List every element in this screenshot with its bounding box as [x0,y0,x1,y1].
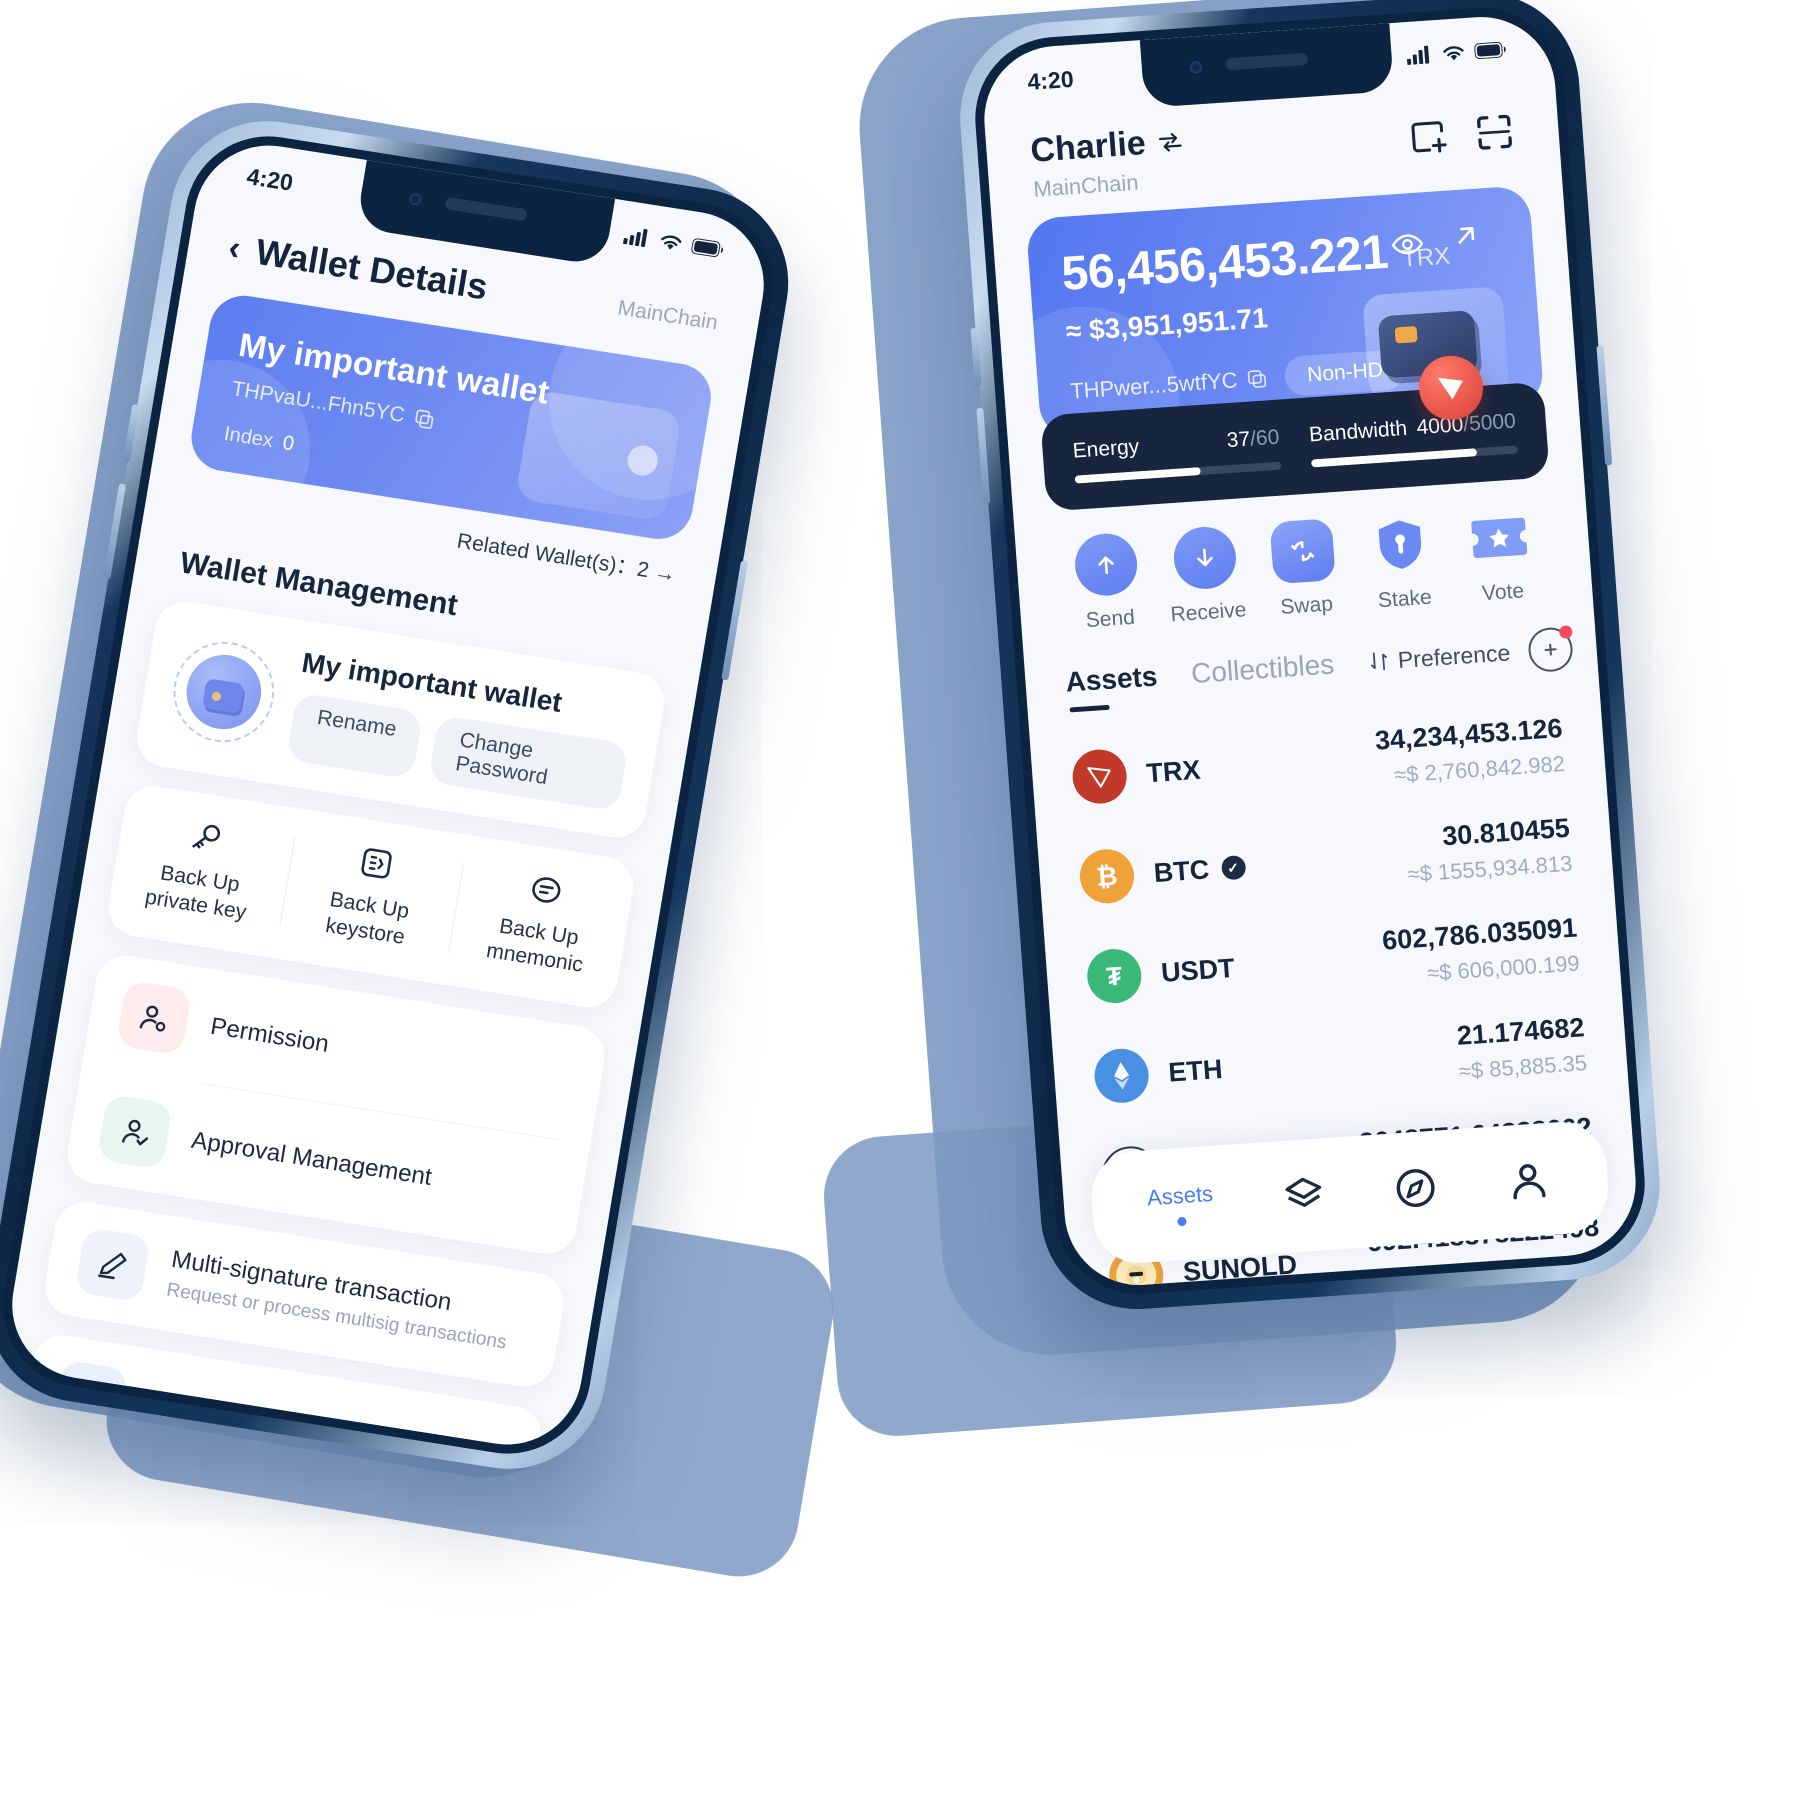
left-phone-power-button [721,560,749,681]
resource-bandwidth: Bandwidth 4000/5000 [1308,409,1519,468]
nav-item-explore[interactable] [1391,1164,1440,1213]
right-phone-screen: 4:20 Charlie MainChain 56,456,453.221 TR… [979,12,1641,1290]
permission-user-icon [115,979,193,1056]
tether-icon: ₮ [1085,947,1144,1005]
action-vote[interactable]: Vote [1448,504,1553,608]
wallet-3d-icon [515,389,683,522]
chain-label: MainChain [616,296,720,335]
verified-badge-icon: ✓ [1220,854,1247,881]
menu-label: Approval Management [189,1126,434,1191]
status-time: 4:20 [244,162,296,196]
resource-name: Energy [1071,435,1140,463]
resource-used: 37 [1225,427,1251,453]
preference-button[interactable]: Preference [1367,639,1511,676]
cellular-signal-icon [1406,45,1430,65]
shield-key-icon [1379,520,1422,569]
asset-amount: 21.174682 [1455,1012,1586,1051]
resource-energy: Energy 37/60 [1072,426,1282,484]
wallet-avatar-icon[interactable] [165,634,282,750]
add-token-icon[interactable] [1526,625,1574,674]
active-indicator-dot [1177,1216,1187,1226]
cellular-signal-icon [623,228,648,248]
explore-icon [1397,1169,1436,1207]
asset-symbol: BTC [1152,853,1211,888]
arrow-down-icon [1171,524,1238,591]
asset-symbol: USDT [1160,952,1236,988]
battery-icon [691,238,724,258]
asset-symbol: ETH [1167,1053,1224,1088]
bitcoin-icon: ₿ [1078,847,1136,906]
backup-private-key-button[interactable]: Back Up private key [109,804,295,932]
arrow-up-icon [1073,531,1140,598]
battery-icon [1474,41,1506,60]
profile-icon [1513,1164,1547,1200]
nav-item-profile[interactable] [1504,1156,1553,1205]
resource-total: 60 [1255,425,1281,451]
rename-button[interactable]: Rename [285,692,424,780]
add-wallet-icon[interactable] [1407,115,1450,158]
tab-assets[interactable]: Assets [1064,660,1158,698]
nav-label: Assets [1146,1180,1214,1210]
scan-qr-icon[interactable] [1473,111,1516,154]
resource-progress-bar [1310,445,1519,468]
resource-total: 5000 [1468,409,1517,436]
nav-item-assets[interactable]: Assets [1146,1180,1215,1227]
asset-amount: 30.810455 [1441,812,1571,852]
chain-label: MainChain [1032,169,1140,202]
eye-icon[interactable] [1389,226,1425,262]
menu-label: Permission [208,1012,331,1058]
wifi-icon [661,235,682,250]
action-swap[interactable]: Swap [1251,517,1356,621]
backup-mnemonic-button[interactable]: Back Up mnemonic [448,857,634,985]
status-time: 4:20 [1026,65,1075,95]
tab-collectibles[interactable]: Collectibles [1190,648,1335,690]
asset-amount: 34,234,453.126 [1373,713,1564,756]
account-name: Charlie [1029,124,1148,170]
copy-icon[interactable] [1247,368,1268,389]
action-receive[interactable]: Receive [1153,524,1258,628]
arrow-up-right-icon[interactable] [1449,218,1483,252]
switch-account-icon [1159,132,1182,152]
backup-keystore-button[interactable]: Back Up keystore [278,830,464,958]
action-stake[interactable]: Stake [1350,510,1455,614]
vote-ticket-icon [1471,517,1527,559]
approval-user-check-icon [96,1093,174,1170]
asset-symbol: TRX [1145,754,1202,788]
balance-amount: 56,456,453.221 [1059,225,1390,301]
copy-icon[interactable] [413,408,436,431]
nav-item-collectibles[interactable] [1279,1171,1328,1220]
swap-icon [1269,518,1336,585]
asset-usd: ≈$ 2,760,842.982 [1393,750,1566,788]
asset-usd: ≈$ 85,885.35 [1457,1050,1588,1084]
notification-badge [1558,625,1573,640]
account-switcher[interactable]: Charlie [1029,121,1185,170]
sort-arrows-icon [1370,652,1387,671]
action-send[interactable]: Send [1055,530,1160,634]
pencil-icon [74,1226,152,1302]
chevron-left-icon[interactable]: ‹ [226,228,244,267]
layers-icon [1284,1177,1321,1207]
change-password-button[interactable]: Change Password [428,714,629,812]
ethereum-icon [1092,1047,1151,1105]
asset-usd: ≈$ 606,000.199 [1426,950,1581,986]
asset-amount: 602,786.035091 [1381,912,1579,956]
resource-name: Bandwidth [1308,416,1408,447]
right-phone-power-button [1596,345,1613,466]
wifi-icon [1443,46,1464,61]
right-phone-mockup: 4:20 Charlie MainChain 56,456,453.221 TR… [953,0,1667,1316]
tron-logo-icon [1070,747,1129,806]
related-wallets-label: Related Wallet(s)：2 [455,529,651,583]
arrow-right-icon: → [652,560,678,587]
promo-canvas: 4:20 ‹ Wallet Details MainChain My impor… [0,0,1800,1800]
resource-progress-bar [1074,461,1282,484]
asset-usd: ≈$ 1555,934.813 [1406,850,1574,887]
preference-label: Preference [1396,638,1512,673]
